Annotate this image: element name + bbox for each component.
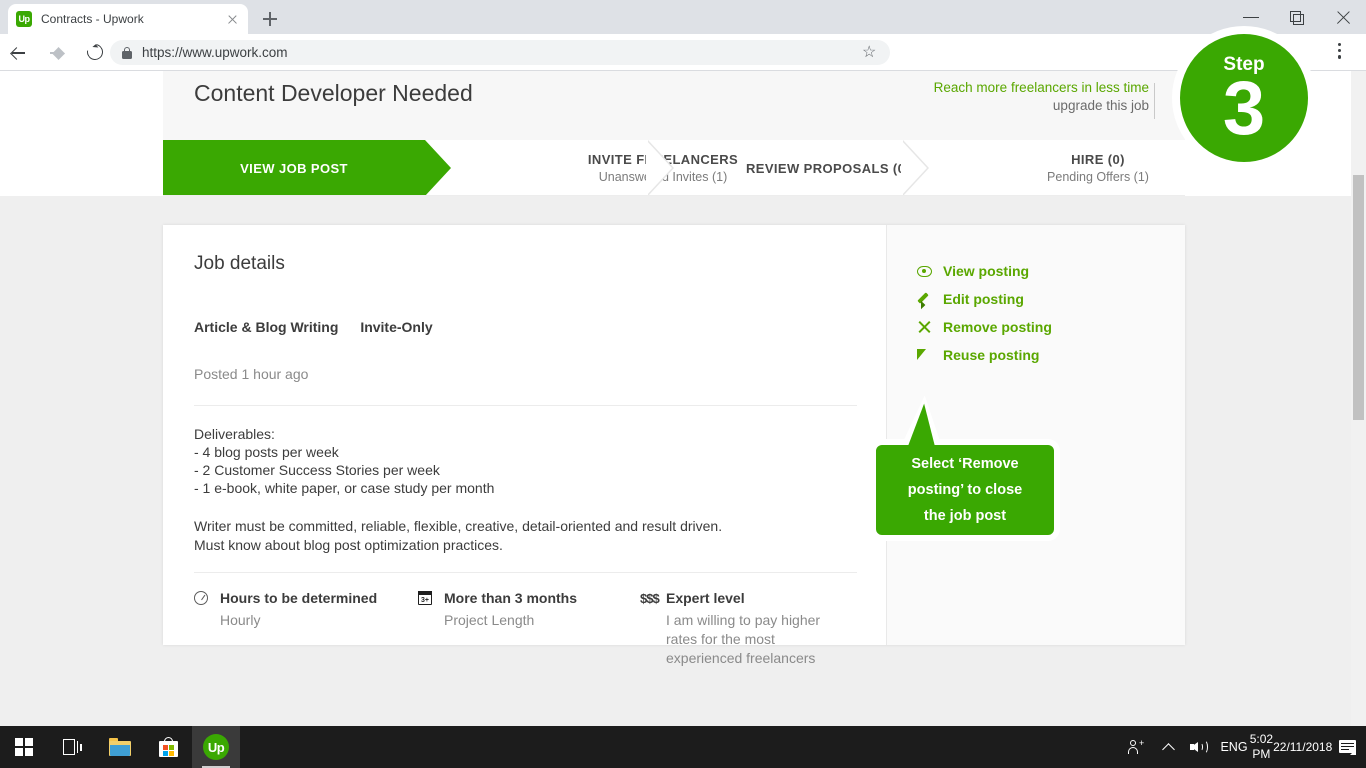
page-scrollbar[interactable] bbox=[1351, 71, 1366, 726]
forward-arrow-icon[interactable] bbox=[38, 34, 76, 70]
action-edit-posting[interactable]: Edit posting bbox=[917, 285, 1052, 313]
fact-subtitle: Hourly bbox=[220, 611, 377, 630]
upwork-app-label: Up bbox=[203, 734, 229, 760]
job-description-deliverables: Deliverables: - 4 blog posts per week - … bbox=[194, 425, 857, 497]
plus-icon[interactable] bbox=[258, 7, 282, 31]
money-icon-label: $$$ bbox=[640, 591, 666, 606]
fact-subtitle: I am willing to pay higher rates for the… bbox=[666, 611, 841, 668]
language-indicator[interactable]: ENG bbox=[1216, 726, 1252, 768]
calendar-icon-label: 3+ bbox=[421, 597, 429, 604]
job-meta-row: Article & Blog Writing Invite-Only bbox=[194, 319, 433, 335]
scrollbar-thumb[interactable] bbox=[1353, 175, 1364, 420]
tooltip-text: Select ‘Remove posting’ to close the job… bbox=[908, 451, 1022, 529]
posted-time: Posted 1 hour ago bbox=[194, 366, 308, 382]
close-icon[interactable] bbox=[224, 11, 240, 27]
file-explorer-icon[interactable] bbox=[96, 726, 144, 768]
restore-icon[interactable] bbox=[1274, 0, 1320, 34]
browser-window: Up Contracts - Upwork https://www.upwork… bbox=[0, 0, 1366, 726]
action-label: Edit posting bbox=[943, 291, 1024, 307]
back-arrow-icon[interactable] bbox=[0, 34, 38, 70]
tab-strip: Up Contracts - Upwork bbox=[0, 0, 1366, 34]
page-header: Content Developer Needed Reach more free… bbox=[163, 71, 1185, 140]
step-badge: Step 3 bbox=[1172, 26, 1316, 170]
upwork-logo-icon: Up bbox=[16, 11, 32, 27]
divider bbox=[194, 405, 857, 406]
clock-time: 5:02 PM bbox=[1250, 732, 1273, 762]
windows-taskbar: Up + ENG 5:02 PM 22/11/2018 bbox=[0, 726, 1366, 768]
job-visibility: Invite-Only bbox=[360, 319, 432, 335]
upwork-app-icon[interactable]: Up bbox=[192, 726, 240, 768]
upgrade-job-link[interactable]: Reach more freelancers in less time upgr… bbox=[934, 80, 1149, 113]
eye-icon bbox=[917, 266, 943, 277]
star-icon[interactable]: ☆ bbox=[862, 45, 876, 61]
action-center-icon[interactable] bbox=[1330, 726, 1366, 768]
step-badge-number: 3 bbox=[1223, 72, 1265, 146]
chevron-up-icon[interactable] bbox=[1154, 726, 1184, 768]
step-label: VIEW JOB POST bbox=[240, 161, 348, 176]
job-category: Article & Blog Writing bbox=[194, 319, 338, 335]
tab-title: Contracts - Upwork bbox=[41, 12, 224, 26]
page-title: Content Developer Needed bbox=[194, 80, 473, 107]
job-details-main: Job details Article & Blog Writing Invit… bbox=[163, 225, 886, 645]
fact-title: More than 3 months bbox=[444, 590, 577, 606]
active-step-arrow bbox=[425, 140, 451, 196]
action-label: View posting bbox=[943, 263, 1029, 279]
fact-title: Hours to be determined bbox=[220, 590, 377, 606]
lock-icon bbox=[122, 47, 132, 59]
clock-icon bbox=[194, 590, 220, 630]
microsoft-store-icon[interactable] bbox=[144, 726, 192, 768]
fact-hours: Hours to be determined Hourly bbox=[194, 590, 377, 630]
action-view-posting[interactable]: View posting bbox=[917, 257, 1052, 285]
kebab-menu-icon[interactable] bbox=[1338, 43, 1342, 62]
close-icon[interactable] bbox=[1320, 0, 1366, 34]
clock-date: 22/11/2018 bbox=[1273, 740, 1332, 755]
step-nav-underline bbox=[163, 195, 1185, 196]
section-title: Job details bbox=[194, 253, 285, 275]
fact-subtitle: Project Length bbox=[444, 611, 577, 630]
tooltip-callout: Select ‘Remove posting’ to close the job… bbox=[857, 316, 1062, 546]
windows-start-icon[interactable] bbox=[0, 726, 48, 768]
reload-icon[interactable] bbox=[76, 34, 114, 70]
fact-experience-level: $$$ Expert level I am willing to pay hig… bbox=[640, 590, 865, 668]
url-text: https://www.upwork.com bbox=[142, 45, 288, 60]
browser-tab[interactable]: Up Contracts - Upwork bbox=[8, 4, 248, 34]
clock[interactable]: 5:02 PM 22/11/2018 bbox=[1252, 726, 1330, 768]
fact-duration: 3+ More than 3 months Project Length bbox=[418, 590, 577, 630]
step-label: HIRE (0) bbox=[1071, 152, 1125, 167]
tab-view-job-post[interactable]: VIEW JOB POST bbox=[163, 140, 425, 196]
step-sublabel: Pending Offers (1) bbox=[1047, 170, 1149, 184]
speaker-icon[interactable] bbox=[1184, 726, 1216, 768]
fact-title: Expert level bbox=[666, 590, 841, 606]
calendar-icon: 3+ bbox=[418, 590, 444, 630]
pencil-icon bbox=[917, 291, 943, 307]
upgrade-sublabel: upgrade this job bbox=[934, 98, 1149, 113]
money-icon: $$$ bbox=[640, 590, 666, 668]
system-tray: + ENG 5:02 PM 22/11/2018 bbox=[1120, 726, 1366, 768]
divider bbox=[194, 572, 857, 573]
step-label: REVIEW PROPOSALS (0) bbox=[746, 161, 910, 176]
header-divider bbox=[1154, 83, 1155, 119]
address-bar[interactable]: https://www.upwork.com bbox=[110, 40, 890, 65]
upgrade-headline: Reach more freelancers in less time bbox=[934, 80, 1149, 95]
page-viewport: Content Developer Needed Reach more free… bbox=[0, 71, 1351, 726]
step-navigation: VIEW JOB POST INVITE FREELANCERS Unanswe… bbox=[163, 140, 1185, 196]
job-description-requirements: Writer must be committed, reliable, flex… bbox=[194, 517, 857, 555]
tooltip-bubble: Select ‘Remove posting’ to close the job… bbox=[870, 439, 1060, 541]
people-icon[interactable]: + bbox=[1120, 726, 1154, 768]
step-separator bbox=[903, 140, 929, 196]
task-view-icon[interactable] bbox=[48, 726, 96, 768]
